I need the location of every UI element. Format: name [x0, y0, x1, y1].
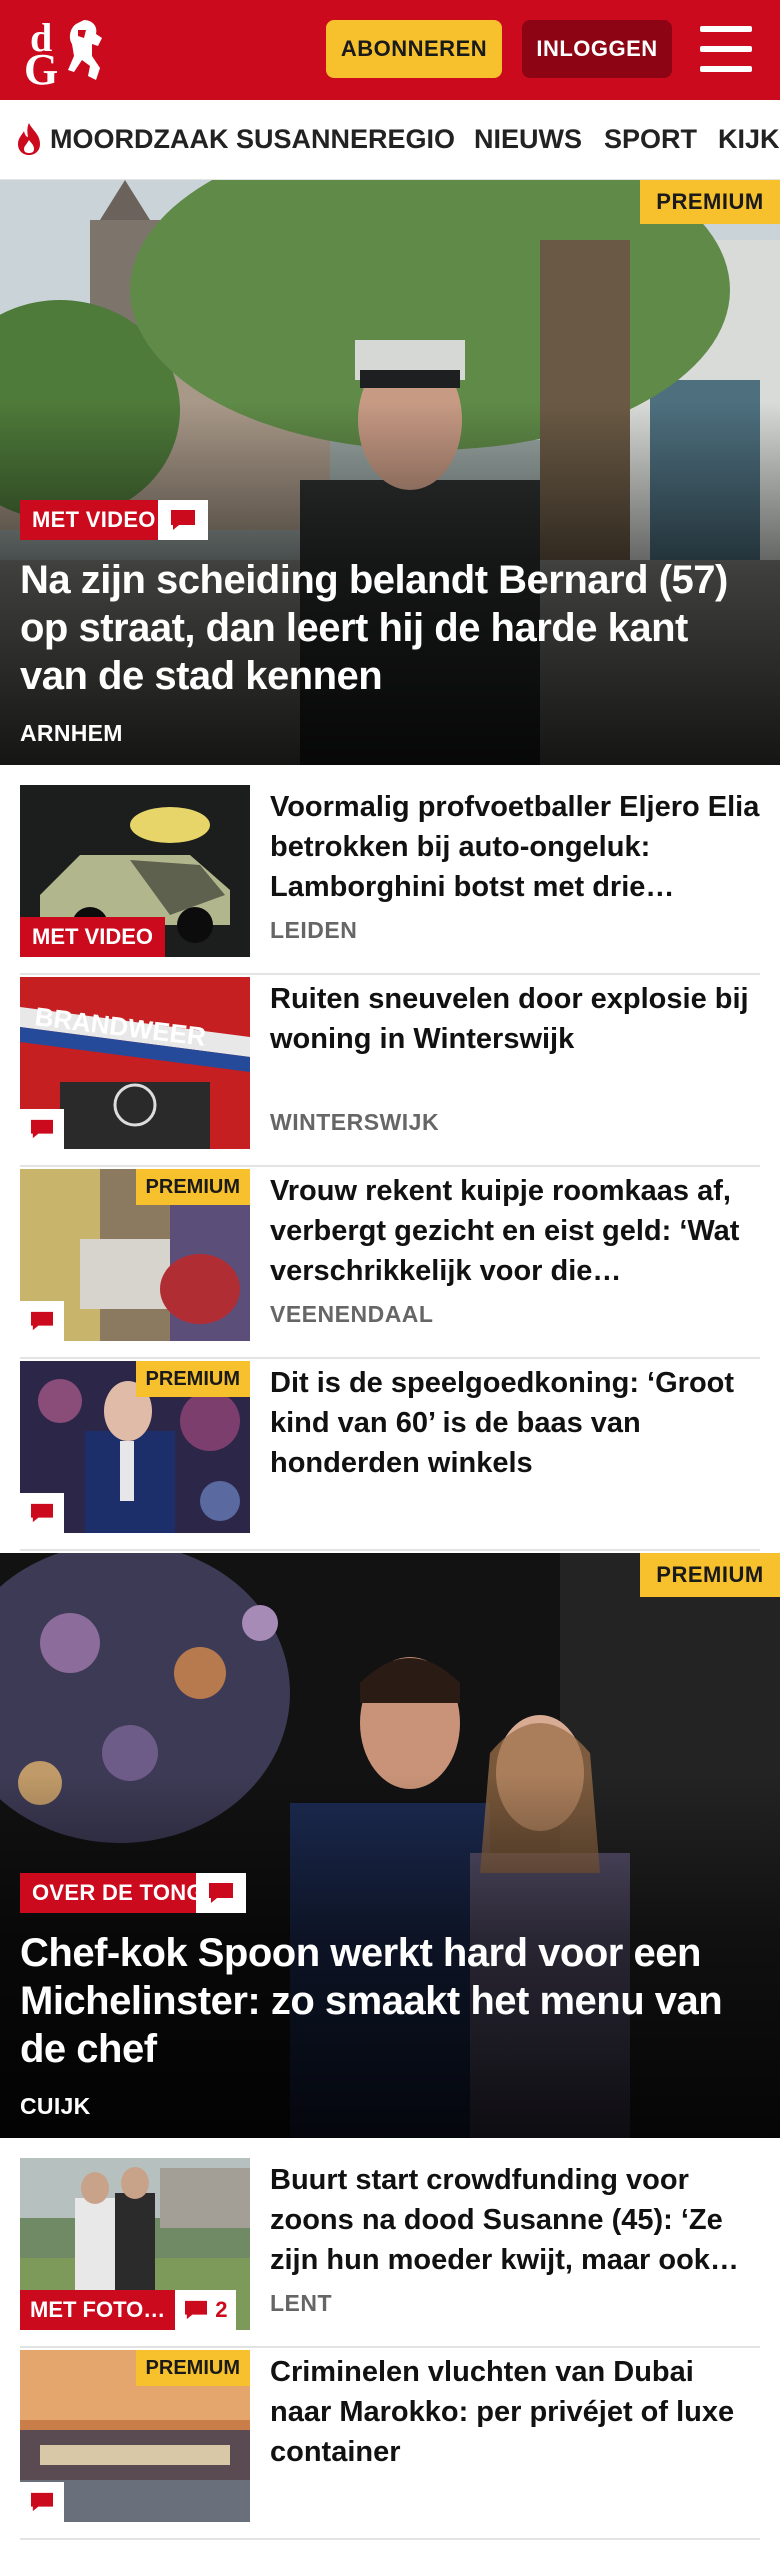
article-thumbnail: PREMIUM [20, 2350, 250, 2522]
nav-item-sport[interactable]: SPORT [604, 124, 697, 155]
list-item[interactable]: BRANDWEER Ruiten sneuvelen door explosie… [20, 977, 760, 1167]
subscribe-button[interactable]: ABONNEREN [326, 20, 502, 78]
login-button[interactable]: INLOGGEN [522, 20, 672, 78]
list-item[interactable]: PREMIUM Dit is de speelgoedkoning: ‘Groo… [20, 1361, 760, 1551]
flame-icon [18, 123, 40, 155]
premium-badge: PREMIUM [640, 1553, 780, 1597]
article-location: WINTERSWIJK [270, 1109, 440, 1135]
premium-badge: PREMIUM [135, 2350, 250, 2386]
video-label: MET VIDEO [20, 917, 166, 957]
article-thumbnail: BRANDWEER [20, 977, 250, 1149]
article-thumbnail: MET FOTO… 2 [20, 2158, 250, 2330]
article-label: MET VIDEO [20, 500, 168, 540]
article-location: VEENENDAAL [270, 1301, 434, 1327]
hero-location: ARNHEM [20, 720, 123, 746]
hamburger-menu-icon[interactable] [700, 26, 752, 72]
article-title[interactable]: Voormalig profvoetballer Eljero Elia bet… [270, 787, 760, 907]
comment-count: 2 [215, 2297, 228, 2322]
article-location: LEIDEN [270, 917, 358, 943]
premium-badge: PREMIUM [640, 180, 780, 224]
article-title[interactable]: Criminelen vluchten van Dubai naar Marok… [270, 2352, 760, 2472]
comment-icon[interactable] [20, 1493, 64, 1533]
thumb-label-group: MET FOTO… 2 [20, 2290, 236, 2330]
article-location: LENT [270, 2290, 333, 2316]
nav-item-regio[interactable]: REGIO [368, 124, 455, 155]
list-item[interactable]: MET FOTO… 2 Buurt start crowdfunding voo… [20, 2158, 760, 2348]
comment-icon[interactable] [20, 1301, 64, 1341]
hero-article-chef[interactable]: PREMIUM OVER DE TONG Chef-kok Spoon werk… [0, 1553, 780, 2138]
list-item[interactable]: PREMIUM Criminelen vluchten van Dubai na… [20, 2350, 760, 2540]
photo-label: MET FOTO… [20, 2290, 176, 2330]
article-title[interactable]: Buurt start crowdfunding voor zoons na d… [270, 2160, 760, 2280]
logo-letter-g: G [24, 45, 59, 94]
nav-item-kijk[interactable]: KIJK [718, 124, 780, 155]
comment-icon [185, 2300, 208, 2320]
nav-item-moordzaak-susanne[interactable]: MOORDZAAK SUSANNE [50, 124, 368, 155]
article-thumbnail: PREMIUM [20, 1169, 250, 1341]
comment-icon[interactable] [158, 500, 208, 540]
hero-location: CUIJK [20, 2093, 91, 2119]
knight-icon [68, 20, 102, 80]
nav-item-nieuws[interactable]: NIEUWS [474, 124, 582, 155]
comment-icon[interactable] [20, 1109, 64, 1149]
premium-badge: PREMIUM [135, 1169, 250, 1205]
comment-icon[interactable] [196, 1873, 246, 1913]
main-nav: MOORDZAAK SUSANNE REGIO NIEUWS SPORT KIJ… [0, 100, 780, 180]
comment-icon[interactable] [20, 2482, 64, 2522]
list-item[interactable]: PREMIUM Vrouw rekent kuipje roomkaas af,… [20, 1169, 760, 1359]
site-logo[interactable]: d G [24, 14, 114, 94]
article-title[interactable]: Ruiten sneuvelen door explosie bij wonin… [270, 979, 760, 1059]
hero-title[interactable]: Na zijn scheiding belandt Bernard (57) o… [20, 556, 760, 700]
article-label: OVER DE TONG [20, 1873, 216, 1913]
list-item[interactable]: MET VIDEO Voormalig profvoetballer Eljer… [20, 785, 760, 975]
hero-article-bernard[interactable]: PREMIUM MET VIDEO Na zijn scheiding bela… [0, 180, 780, 765]
article-title[interactable]: Vrouw rekent kuipje roomkaas af, verberg… [270, 1171, 760, 1291]
site-header: d G ABONNEREN INLOGGEN [0, 0, 780, 100]
comment-count-box[interactable]: 2 [175, 2290, 236, 2330]
article-thumbnail: PREMIUM [20, 1361, 250, 1533]
article-title[interactable]: Dit is de speelgoedkoning: ‘Groot kind v… [270, 1363, 760, 1483]
hero-title[interactable]: Chef-kok Spoon werkt hard voor een Miche… [20, 1929, 760, 2073]
premium-badge: PREMIUM [135, 1361, 250, 1397]
article-thumbnail: MET VIDEO [20, 785, 250, 957]
